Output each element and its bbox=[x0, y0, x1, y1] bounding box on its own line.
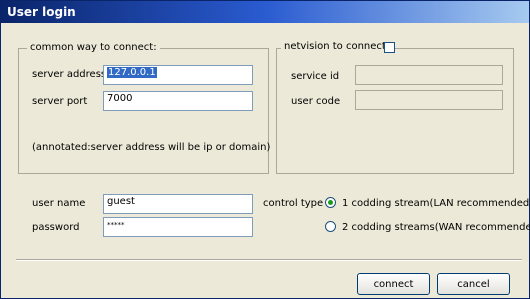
option1-label[interactable]: 1 codding stream(LAN recommended) bbox=[342, 198, 530, 209]
server-address-note: (annotated:server address will be ip or … bbox=[32, 142, 271, 153]
password-label: password bbox=[32, 222, 80, 233]
server-port-label: server port bbox=[32, 96, 88, 107]
server-address-value: 127.0.0.1 bbox=[107, 67, 157, 78]
title-bar: User login bbox=[1, 1, 529, 23]
netvision-connect-caption: netvision to connect: bbox=[281, 41, 393, 53]
server-address-label: server address bbox=[32, 69, 107, 80]
password-value: ***** bbox=[107, 221, 125, 229]
control-type-label: control type bbox=[263, 198, 324, 209]
user-name-input[interactable]: guest bbox=[103, 194, 253, 214]
option1-radio[interactable] bbox=[325, 197, 336, 208]
user-name-label: user name bbox=[32, 198, 86, 209]
netvision-checkbox[interactable] bbox=[384, 42, 395, 53]
service-id-label: service id bbox=[291, 71, 340, 82]
option2-radio[interactable] bbox=[325, 221, 336, 232]
password-input[interactable]: ***** bbox=[103, 217, 253, 237]
option2-label[interactable]: 2 codding streams(WAN recommended) bbox=[342, 222, 530, 233]
common-connect-caption: common way to connect: bbox=[27, 42, 160, 54]
server-address-input[interactable]: 127.0.0.1 bbox=[103, 65, 253, 85]
user-code-label: user code bbox=[291, 96, 341, 107]
user-name-value: guest bbox=[107, 196, 135, 207]
connect-button[interactable]: connect bbox=[357, 273, 430, 295]
login-dialog: User login common way to connect: server… bbox=[0, 0, 530, 299]
user-code-input[interactable] bbox=[355, 90, 503, 110]
server-port-value: 7000 bbox=[107, 93, 133, 104]
cancel-button[interactable]: cancel bbox=[437, 273, 510, 295]
server-port-input[interactable]: 7000 bbox=[103, 91, 253, 111]
service-id-input[interactable] bbox=[355, 65, 503, 85]
bottom-separator bbox=[16, 259, 522, 261]
